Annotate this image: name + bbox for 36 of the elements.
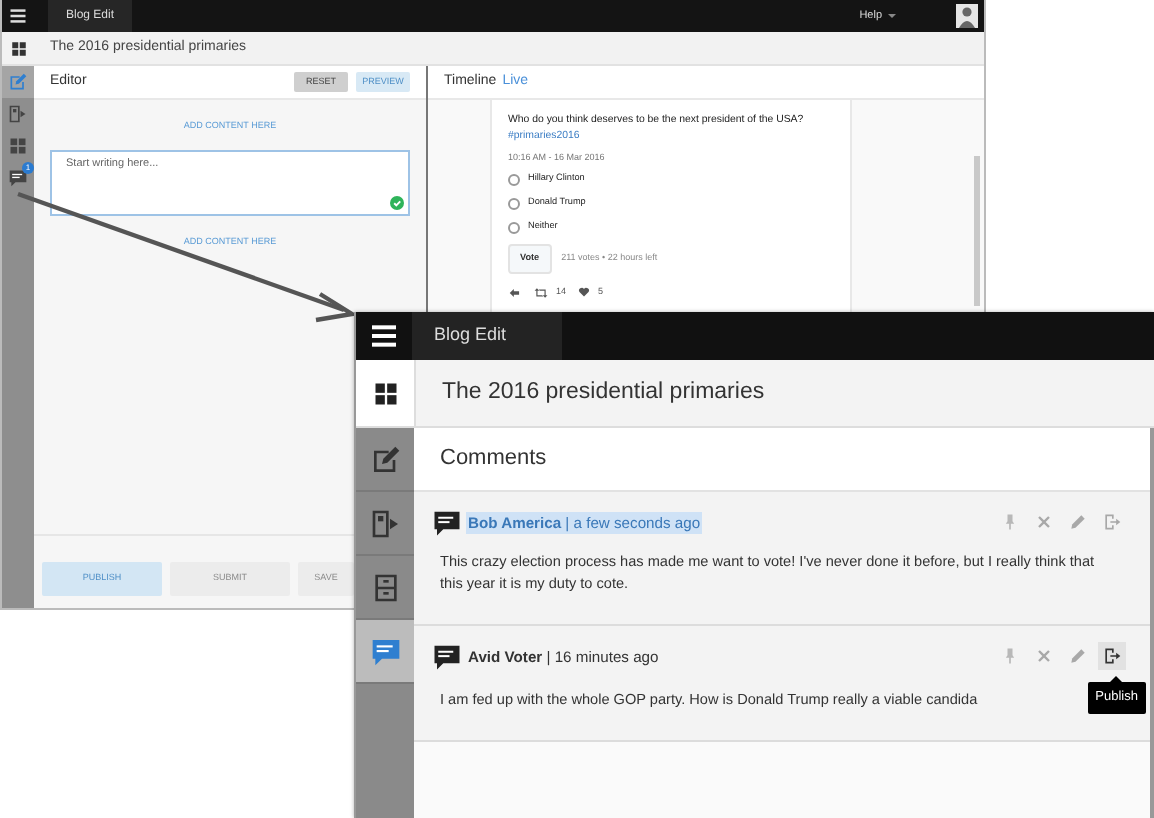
cabinet-icon <box>369 571 401 603</box>
pencil-icon[interactable] <box>1068 646 1088 667</box>
comment-icon <box>432 508 462 538</box>
reply-icon[interactable] <box>508 285 522 300</box>
comment-icon <box>8 168 28 188</box>
radio-button[interactable] <box>508 173 520 186</box>
avatar-icon[interactable] <box>956 4 978 28</box>
close-icon[interactable] <box>1034 646 1054 667</box>
menu-icon[interactable] <box>368 320 400 352</box>
export-icon <box>369 507 401 539</box>
pin-icon[interactable] <box>1000 646 1020 667</box>
caret-icon <box>888 14 896 18</box>
edit-icon <box>369 443 401 475</box>
radio-button[interactable] <box>508 197 520 210</box>
sidebar-item[interactable] <box>356 620 414 684</box>
retweet-icon[interactable] <box>534 285 548 300</box>
check-icon <box>390 195 404 210</box>
grid-icon[interactable] <box>371 379 399 407</box>
scrollbar[interactable] <box>974 156 980 306</box>
menu-icon[interactable] <box>8 6 28 26</box>
page-title: The 2016 presidential primaries <box>414 360 1154 426</box>
comment-icon <box>432 642 462 673</box>
pin-icon[interactable] <box>1000 512 1020 532</box>
pencil-icon[interactable] <box>1068 512 1088 532</box>
edit-icon <box>8 72 28 92</box>
publish-icon[interactable] <box>1102 646 1122 667</box>
sidebar-item[interactable] <box>2 66 34 98</box>
export-icon <box>8 104 28 124</box>
app-title[interactable]: Blog Edit <box>412 312 562 360</box>
comment-icon <box>369 635 401 667</box>
heart-icon[interactable] <box>578 286 591 299</box>
grid-icon[interactable] <box>9 39 27 57</box>
close-icon[interactable] <box>1034 512 1054 532</box>
section-title: Comments <box>414 428 1150 492</box>
radio-button[interactable] <box>508 221 520 234</box>
grid-icon <box>8 136 28 156</box>
